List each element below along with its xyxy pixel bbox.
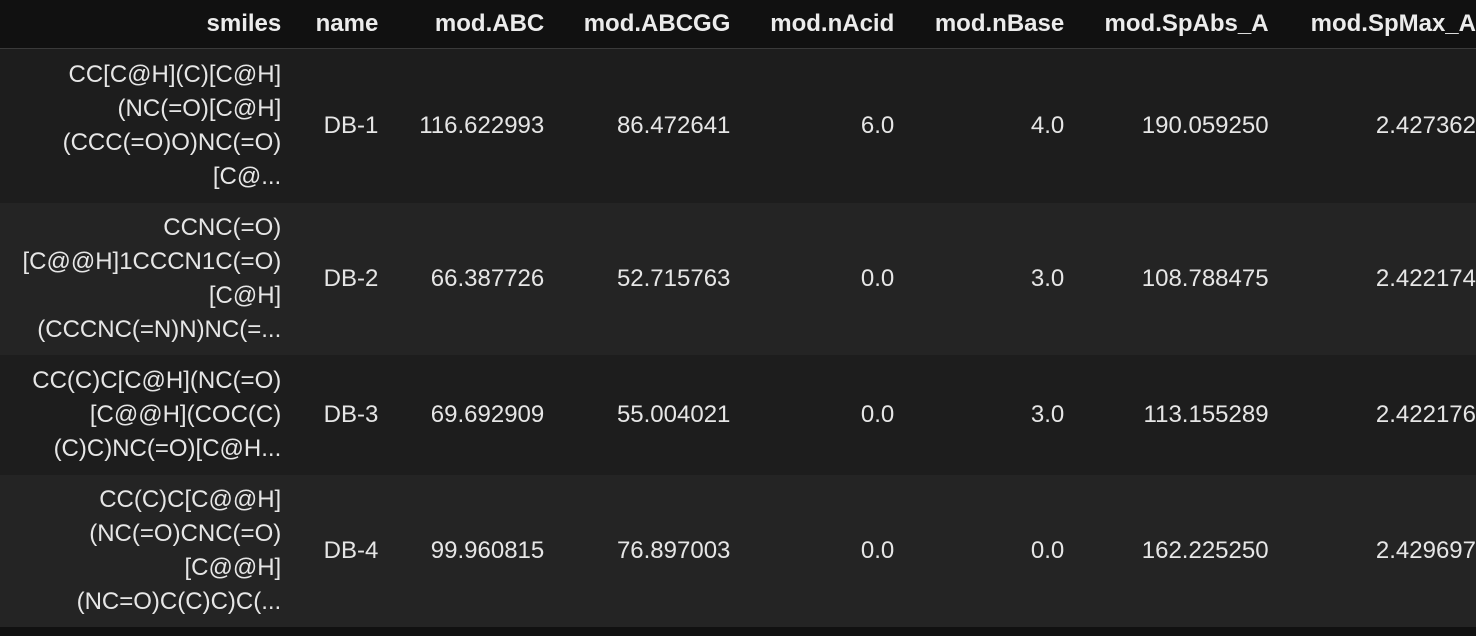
- table-header: smiles name mod.ABC mod.ABCGG mod.nAcid …: [0, 0, 1476, 48]
- mod-abcgg-cell: 76.897003: [616, 537, 731, 564]
- mod-nbase-cell: 0.0: [1030, 537, 1065, 564]
- table-row: CCNC(=O) [C@@H]1CCCN1C(=O) [C@H] (CCCNC(…: [0, 203, 1476, 355]
- mod-abcgg-cell: 86.472641: [616, 111, 731, 139]
- mod-nbase-cell: 4.0: [1030, 111, 1065, 139]
- mod-spabs-a-cell: 162.225250: [1141, 537, 1269, 564]
- mod-abcgg-cell: 55.004021: [616, 401, 731, 428]
- smiles-cell: CC(C)C[C@H](NC(=O) [C@@H](COC(C) (C)C)NC…: [0, 355, 281, 475]
- smiles-line: (NC=O)C(C)C)C(...: [76, 588, 282, 615]
- mod-nacid-cell: 0.0: [860, 537, 895, 564]
- smiles-line: CC(C)C[C@H](NC(=O): [32, 367, 282, 394]
- smiles-line: [C@@H]1CCCN1C(=O): [22, 248, 282, 275]
- mod-nacid-cell: 0.0: [860, 401, 895, 428]
- mod-nbase-cell: 3.0: [1030, 401, 1065, 428]
- column-header-mod-abc: mod.ABC: [434, 9, 545, 37]
- mod-spmax-a-cell: 2.427362: [1375, 111, 1476, 139]
- smiles-line: (C)C)NC(=O)[C@H...: [53, 435, 282, 462]
- mod-abc-cell: 99.960815: [430, 537, 545, 564]
- mod-abc-cell: 66.387726: [430, 265, 545, 292]
- smiles-cell: CCNC(=O) [C@@H]1CCCN1C(=O) [C@H] (CCCNC(…: [0, 203, 281, 355]
- mod-abc-cell: 69.692909: [430, 401, 545, 428]
- mod-abc-cell: 116.622993: [419, 111, 545, 139]
- output-bottom-edge: [0, 629, 1476, 636]
- smiles-line: CCNC(=O): [163, 214, 282, 241]
- name-cell: DB-3: [323, 401, 379, 428]
- smiles-line: (CCCNC(=N)N)NC(=...: [37, 316, 282, 343]
- table-row: CC(C)C[C@@H] (NC(=O)CNC(=O) [C@@H] (NC=O…: [0, 475, 1476, 627]
- smiles-line: [C@H]: [208, 282, 282, 309]
- mod-abcgg-cell: 52.715763: [616, 265, 731, 292]
- name-cell: DB-2: [323, 265, 379, 292]
- table-row: CC(C)C[C@H](NC(=O) [C@@H](COC(C) (C)C)NC…: [0, 355, 1476, 475]
- mod-spmax-a-cell: 2.429697: [1375, 537, 1476, 564]
- smiles-line: (CCC(=O)O)NC(=O): [62, 128, 282, 156]
- mod-nbase-cell: 3.0: [1030, 265, 1065, 292]
- name-cell: DB-1: [323, 111, 379, 139]
- mod-nacid-cell: 6.0: [860, 111, 895, 139]
- table-row: CC[C@H](C)[C@H] (NC(=O)[C@H] (CCC(=O)O)N…: [0, 48, 1476, 203]
- mod-nacid-cell: 0.0: [860, 265, 895, 292]
- smiles-line: (NC(=O)CNC(=O): [89, 520, 282, 547]
- column-header-mod-spabs-a: mod.SpAbs_A: [1104, 9, 1269, 37]
- column-header-mod-nacid: mod.nAcid: [770, 9, 895, 37]
- dataframe-output: smiles name mod.ABC mod.ABCGG mod.nAcid …: [0, 0, 1476, 636]
- smiles-cell: CC[C@H](C)[C@H] (NC(=O)[C@H] (CCC(=O)O)N…: [0, 48, 282, 203]
- column-header-smiles: smiles: [206, 9, 282, 37]
- smiles-cell: CC(C)C[C@@H] (NC(=O)CNC(=O) [C@@H] (NC=O…: [0, 475, 282, 627]
- smiles-line: [C@@H](COC(C): [89, 401, 282, 428]
- column-header-mod-nbase: mod.nBase: [934, 9, 1065, 37]
- smiles-line: CC(C)C[C@@H]: [99, 486, 282, 513]
- table-body: CC[C@H](C)[C@H] (NC(=O)[C@H] (CCC(=O)O)N…: [0, 48, 1476, 627]
- smiles-line: [C@...: [212, 162, 282, 190]
- column-header-name: name: [315, 9, 379, 37]
- dataframe-table: smiles name mod.ABC mod.ABCGG mod.nAcid …: [0, 0, 1476, 627]
- mod-spabs-a-cell: 190.059250: [1141, 111, 1269, 139]
- mod-spmax-a-cell: 2.422176: [1375, 401, 1476, 428]
- smiles-line: (NC(=O)[C@H]: [117, 94, 282, 122]
- smiles-line: CC[C@H](C)[C@H]: [68, 60, 282, 88]
- name-cell: DB-4: [323, 537, 379, 564]
- smiles-line: [C@@H]: [184, 554, 282, 581]
- mod-spmax-a-cell: 2.422174: [1375, 265, 1476, 292]
- column-header-mod-abcgg: mod.ABCGG: [583, 9, 731, 37]
- mod-spabs-a-cell: 108.788475: [1141, 265, 1269, 292]
- header-row: smiles name mod.ABC mod.ABCGG mod.nAcid …: [0, 0, 1476, 48]
- mod-spabs-a-cell: 113.155289: [1143, 401, 1269, 428]
- column-header-mod-spmax-a: mod.SpMax_A: [1310, 9, 1476, 37]
